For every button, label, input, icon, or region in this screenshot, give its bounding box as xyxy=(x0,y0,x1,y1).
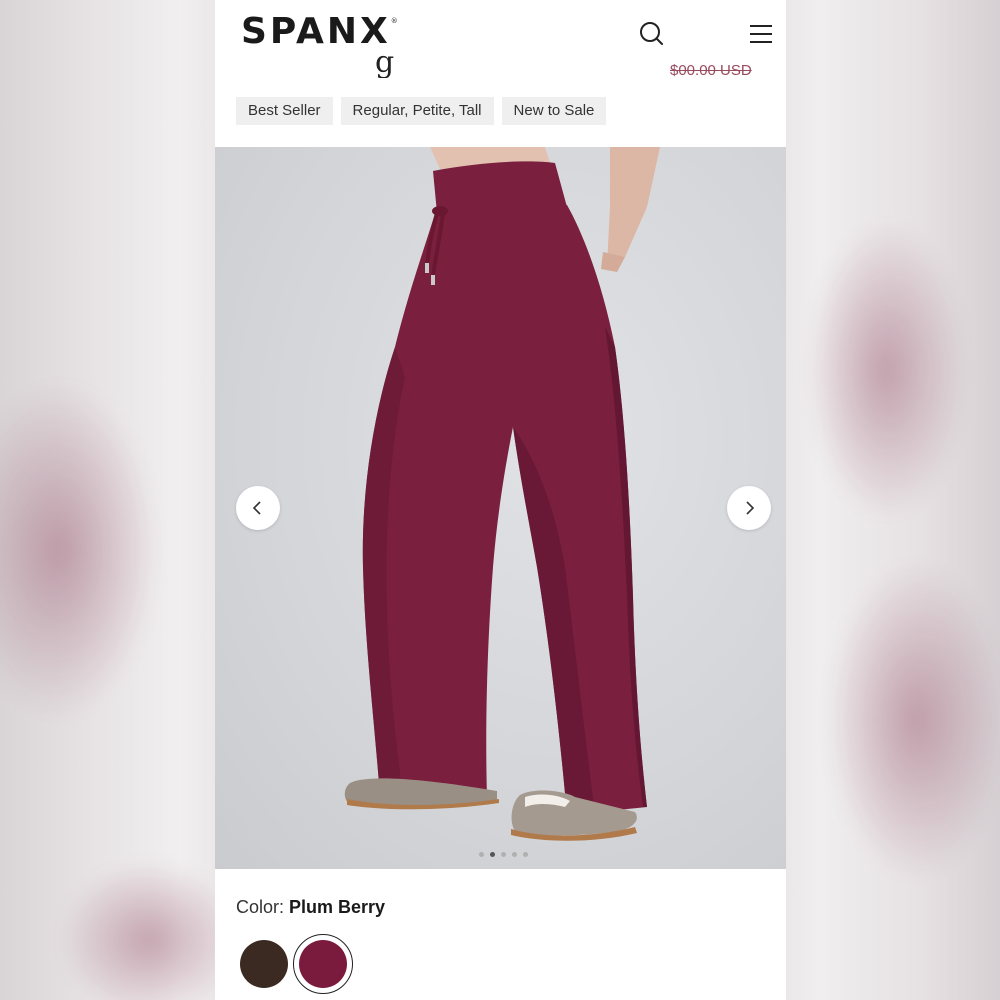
background-left xyxy=(0,0,215,1000)
color-selection-label: Color: Plum Berry xyxy=(236,897,385,918)
color-swatch-brown[interactable] xyxy=(240,940,288,988)
product-image-gallery[interactable] xyxy=(215,147,786,869)
color-swatch-plum-berry[interactable] xyxy=(293,934,353,994)
color-label: Color: xyxy=(236,897,285,917)
product-title-partial: g xyxy=(375,48,395,78)
gallery-next-button[interactable] xyxy=(727,486,771,530)
top-navigation-bar: SPANX® xyxy=(215,0,786,70)
hamburger-menu-icon[interactable] xyxy=(746,19,776,49)
tag-sizes: Regular, Petite, Tall xyxy=(340,97,494,125)
mobile-page: SPANX® g $00.00 USD Best Seller Regular,… xyxy=(215,0,786,1000)
gallery-pagination-dots xyxy=(479,852,528,857)
background-right xyxy=(786,0,1000,1000)
gallery-dot[interactable] xyxy=(512,852,517,857)
gallery-previous-button[interactable] xyxy=(236,486,280,530)
gallery-dot[interactable] xyxy=(479,852,484,857)
product-photo xyxy=(344,147,660,841)
search-icon[interactable] xyxy=(637,19,667,49)
gallery-dot[interactable] xyxy=(501,852,506,857)
product-tags: Best Seller Regular, Petite, Tall New to… xyxy=(236,97,607,125)
selected-color-name: Plum Berry xyxy=(289,897,386,917)
chevron-right-icon xyxy=(746,501,755,515)
brand-logo[interactable]: SPANX® xyxy=(241,11,398,52)
tag-new-to-sale: New to Sale xyxy=(501,97,607,125)
gallery-dot-active[interactable] xyxy=(490,852,495,857)
chevron-left-icon xyxy=(252,501,261,515)
gallery-dot[interactable] xyxy=(523,852,528,857)
product-price-partial: $00.00 USD xyxy=(670,62,752,78)
tag-best-seller: Best Seller xyxy=(236,97,333,125)
